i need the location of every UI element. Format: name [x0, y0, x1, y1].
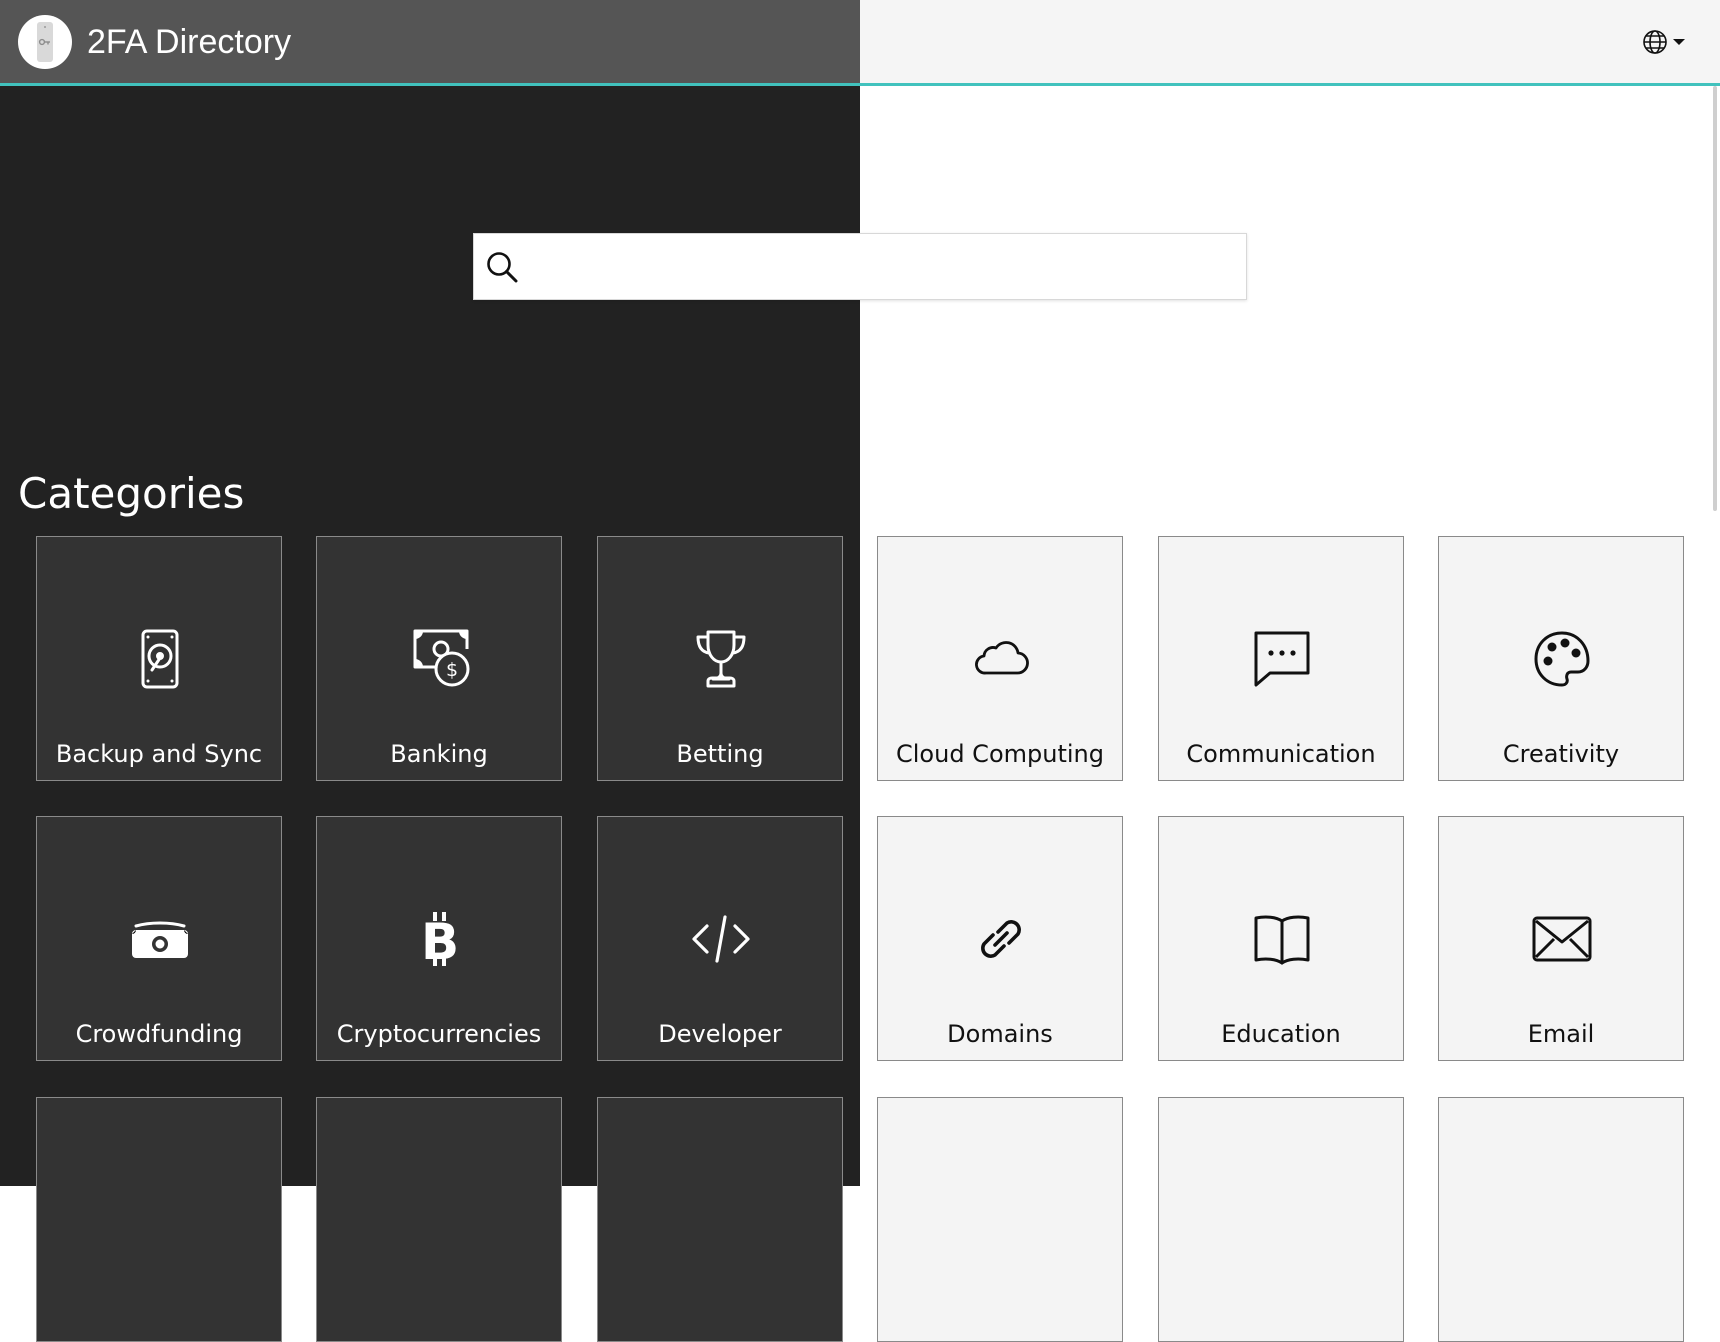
search-bar[interactable]	[473, 233, 1247, 301]
site-title[interactable]: 2FA Directory	[87, 18, 291, 66]
caret-down-icon	[1673, 39, 1685, 45]
category-tile-betting[interactable]: Betting	[597, 536, 843, 781]
chat-bubble-icon	[1254, 631, 1310, 687]
page-scrollbar[interactable]	[1713, 86, 1717, 511]
category-tile-email[interactable]: Email	[1438, 816, 1684, 1061]
category-label: Education	[1221, 1020, 1341, 1048]
category-label: Backup and Sync	[55, 740, 263, 768]
site-logo[interactable]	[18, 15, 72, 69]
header-bar-light	[860, 0, 1720, 84]
category-tile-communication[interactable]: Communication	[1158, 536, 1404, 781]
category-tile[interactable]	[36, 1097, 282, 1342]
category-label: Cloud Computing	[896, 740, 1104, 768]
cloud-icon	[975, 641, 1029, 675]
palette-icon	[1534, 631, 1590, 687]
category-label: Email	[1527, 1020, 1595, 1048]
category-tile-education[interactable]: Education	[1158, 816, 1404, 1061]
category-tile[interactable]	[316, 1097, 562, 1342]
phone-key-icon	[37, 22, 53, 62]
category-tile-cryptocurrencies[interactable]: B Cryptocurrencies	[316, 816, 562, 1061]
category-label: Betting	[676, 740, 764, 768]
header-accent-line	[0, 83, 1720, 86]
category-tile-developer[interactable]: Developer	[597, 816, 843, 1061]
money-bill-icon	[132, 921, 188, 958]
category-label: Domains	[947, 1020, 1053, 1048]
category-tile-cloud-computing[interactable]: Cloud Computing	[877, 536, 1123, 781]
category-tile[interactable]	[1158, 1097, 1404, 1342]
category-tile-domains[interactable]: Domains	[877, 816, 1123, 1061]
category-tile-creativity[interactable]: Creativity	[1438, 536, 1684, 781]
globe-icon	[1643, 30, 1667, 54]
svg-text:B: B	[421, 913, 459, 969]
code-icon	[692, 915, 750, 963]
category-tile[interactable]	[877, 1097, 1123, 1342]
envelope-icon	[1532, 916, 1592, 962]
search-icon	[487, 252, 518, 283]
category-tile-banking[interactable]: $ Banking	[316, 536, 562, 781]
category-label: Crowdfunding	[75, 1020, 243, 1048]
category-tile-crowdfunding[interactable]: Crowdfunding	[36, 816, 282, 1061]
trophy-icon	[696, 630, 746, 688]
link-icon	[981, 920, 1021, 958]
cash-dollar-icon: $	[413, 629, 470, 687]
category-label: Developer	[658, 1020, 782, 1048]
svg-text:$: $	[446, 659, 458, 681]
category-label: Cryptocurrencies	[336, 1020, 542, 1048]
category-label: Creativity	[1502, 740, 1620, 768]
language-selector[interactable]	[1642, 27, 1690, 57]
category-tile[interactable]	[1438, 1097, 1684, 1342]
hard-drive-icon	[141, 629, 179, 689]
category-label: Banking	[390, 740, 488, 768]
bitcoin-icon: B	[421, 912, 459, 969]
categories-heading: Categories	[18, 469, 245, 518]
book-icon	[1254, 915, 1310, 965]
category-tile-backup-and-sync[interactable]: Backup and Sync	[36, 536, 282, 781]
category-label: Communication	[1186, 740, 1376, 768]
search-input[interactable]	[530, 234, 1242, 301]
category-tile[interactable]	[597, 1097, 843, 1342]
